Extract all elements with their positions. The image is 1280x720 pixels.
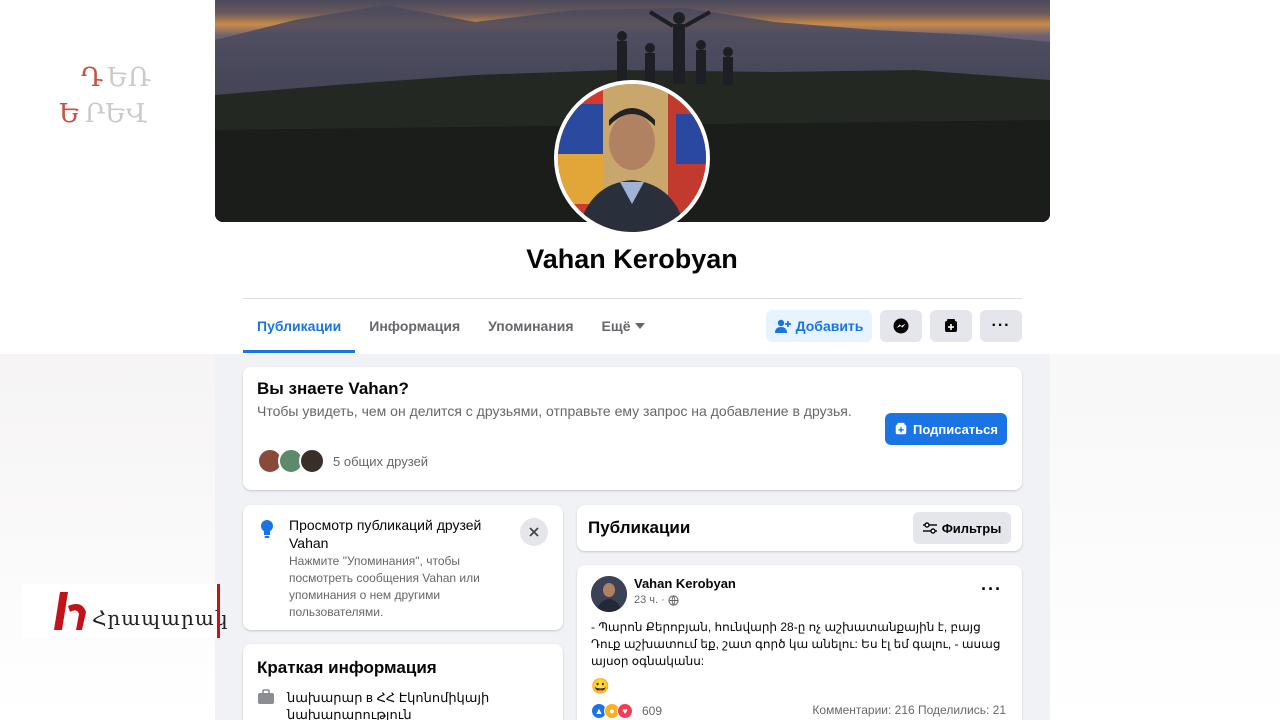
follow-icon [945, 319, 957, 332]
know-card-title: Вы знаете Vahan? [257, 379, 409, 398]
follow-icon [895, 422, 907, 435]
logo-letter: Դ [81, 63, 104, 93]
reactions-count: 609 [642, 704, 663, 718]
posts-header: Публикации Фильтры [577, 505, 1022, 551]
briefcase-icon [258, 689, 274, 704]
channel-logo-bar [217, 584, 220, 638]
mutual-friend-avatar [299, 448, 325, 474]
broadcast-logo-image: Դ ԵՌ Ե ՐԵՎ [59, 63, 151, 129]
messenger-button[interactable] [880, 310, 922, 342]
logo-letter: Ե [59, 99, 80, 129]
love-reaction-icon: ♥ [617, 703, 633, 719]
tab-mentions[interactable]: Упоминания [474, 299, 587, 353]
more-dots-icon: ··· [991, 317, 1011, 334]
profile-photo [558, 84, 706, 232]
tab-posts[interactable]: Публикации [243, 299, 356, 353]
post-card: Vahan Kerobyan 23 ч. · ··· - Պարոն Քերոբ… [577, 565, 1022, 720]
filters-button[interactable]: Фильтры [913, 512, 1011, 544]
post-emoji: 😀 [591, 678, 610, 695]
author-photo [591, 576, 627, 612]
post-stats[interactable]: Комментарии: 216 Поделились: 21 [812, 703, 1006, 717]
know-card: Вы знаете Vahan? Чтобы увидеть, чем он д… [243, 367, 1022, 490]
profile-header: Vahan Kerobyan Публикации Информация Упо… [0, 0, 1280, 354]
mutual-friends[interactable]: 5 общих друзей [257, 448, 428, 474]
close-icon [529, 527, 539, 537]
more-actions-button[interactable]: ··· [980, 310, 1022, 342]
add-friend-button[interactable]: Добавить [766, 310, 872, 342]
tip-description: Нажмите "Упоминания", чтобы посмотреть с… [289, 554, 480, 619]
tab-posts-label: Публикации [257, 318, 342, 334]
add-friend-icon [774, 319, 791, 333]
post-author-avatar[interactable] [591, 576, 627, 612]
tip-title: Просмотр публикаций друзей Vahan [289, 517, 482, 551]
tip-card: Просмотр публикаций друзей Vahan Нажмите… [243, 505, 563, 630]
post-reactions[interactable]: ▲ ● ♥ 609 [591, 703, 662, 719]
filters-label: Фильтры [941, 520, 1002, 536]
profile-actions: Добавить ··· [766, 310, 1022, 342]
intro-work-item: նախարար в ՀՀ Էկոնոմիկայի նախարարություն [257, 689, 527, 720]
post-author-name[interactable]: Vahan Kerobyan [634, 576, 736, 591]
post-text: - Պարոն Քերոբյան, հունվարի 28-ը ոչ աշխատ… [591, 620, 1001, 668]
follow-button[interactable]: Подписаться [885, 413, 1007, 445]
channel-name: Հրապարակ [92, 606, 229, 630]
globe-icon [668, 594, 679, 606]
know-card-description: Чтобы увидеть, чем он делится с друзьями… [257, 403, 852, 419]
profile-name: Vahan Kerobyan [526, 244, 738, 274]
intro-card: Краткая информация նախարար в ՀՀ Էկոնոմիկ… [243, 644, 563, 720]
tab-about-label: Информация [369, 318, 461, 334]
posts-title: Публикации [588, 518, 691, 537]
close-button[interactable] [520, 518, 548, 546]
profile-avatar[interactable] [554, 80, 710, 236]
mutual-friends-count: 5 общих друзей [333, 453, 429, 469]
tab-more-label: Ещё [601, 318, 631, 334]
messenger-icon [893, 318, 909, 334]
channel-logo-mark [54, 592, 86, 630]
tab-about[interactable]: Информация [355, 299, 474, 353]
filters-icon [922, 522, 937, 534]
post-time[interactable]: 23 ч. · [634, 594, 665, 606]
add-friend-label: Добавить [795, 318, 864, 334]
post-options-button[interactable]: ··· [981, 579, 1002, 600]
intro-title: Краткая информация [257, 658, 437, 677]
tab-more[interactable]: Ещё [588, 299, 660, 353]
follow-label: Подписаться [912, 421, 998, 437]
intro-work-text: նախարար в ՀՀ Էկոնոմիկայի նախարարություն [287, 690, 490, 720]
post-meta: 23 ч. · [634, 594, 679, 606]
lightbulb-icon [261, 520, 273, 538]
follow-icon-button[interactable] [930, 310, 972, 342]
logo-letter: ՐԵՎ [85, 99, 148, 129]
caret-down-icon [635, 323, 646, 329]
broadcast-logo: Դ ԵՌ Ե ՐԵՎ [55, 58, 165, 133]
logo-letter: ԵՌ [107, 63, 151, 93]
broadcast-channel-logo: Հրապարակ [22, 584, 227, 638]
tab-mentions-label: Упоминания [488, 318, 574, 334]
profile-tabs: Публикации Информация Упоминания Ещё [243, 299, 659, 354]
